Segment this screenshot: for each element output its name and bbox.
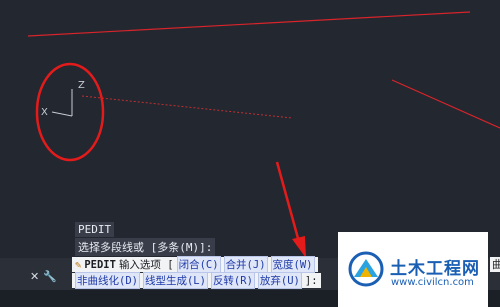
option-join[interactable]: 合并(J) <box>223 256 268 273</box>
pencil-icon: ✎ <box>75 258 82 271</box>
red-dashed-line[interactable] <box>81 95 293 119</box>
command-prompt-line-1[interactable]: ✎ PEDIT 输入选项 [ 闭合(C) 合并(J) 宽度(W) <box>72 256 318 273</box>
logo-url: www.civilcn.com <box>391 277 474 288</box>
watermark-logo: 土木工程网 www.civilcn.com <box>338 232 488 307</box>
option-width[interactable]: 宽度(W) <box>270 256 315 273</box>
ucs-z-label: Z <box>78 80 85 91</box>
option-fit-partial[interactable]: 曲 <box>490 257 500 272</box>
civilcn-logo-icon <box>348 251 384 287</box>
command-history-line-2: 选择多段线或 [多条(M)]: <box>75 238 216 256</box>
command-line-controls: ✕ 🔧 <box>30 270 57 283</box>
prompt-end: ]: <box>304 274 318 287</box>
command-history-line-1: PEDIT <box>75 222 115 237</box>
option-close[interactable]: 闭合(C) <box>176 256 221 273</box>
command-prompt-line-2[interactable]: 非曲线化(D) 线型生成(L) 反转(R) 放弃(U) ]: <box>72 272 321 289</box>
close-icon[interactable]: ✕ <box>30 270 39 283</box>
drawing-area[interactable]: Z X PEDIT 选择多段线或 [多条(M)]: ✕ 🔧 ✎ PEDIT 输入… <box>0 0 500 307</box>
red-line-right[interactable] <box>391 79 500 129</box>
command-name: PEDIT <box>84 258 116 271</box>
red-line-top[interactable] <box>27 11 471 37</box>
annotation-arrow-icon <box>275 161 306 258</box>
ucs-icon: Z X <box>41 80 85 118</box>
prompt-intro: 输入选项 [ <box>118 259 174 271</box>
option-ltype-gen[interactable]: 线型生成(L) <box>142 272 208 289</box>
ucs-x-label: X <box>41 107 48 118</box>
option-reverse[interactable]: 反转(R) <box>210 272 255 289</box>
option-undo[interactable]: 放弃(U) <box>257 272 302 289</box>
wrench-icon[interactable]: 🔧 <box>43 270 57 283</box>
option-decurve[interactable]: 非曲线化(D) <box>75 272 140 289</box>
logo-title: 土木工程网 <box>390 259 480 279</box>
